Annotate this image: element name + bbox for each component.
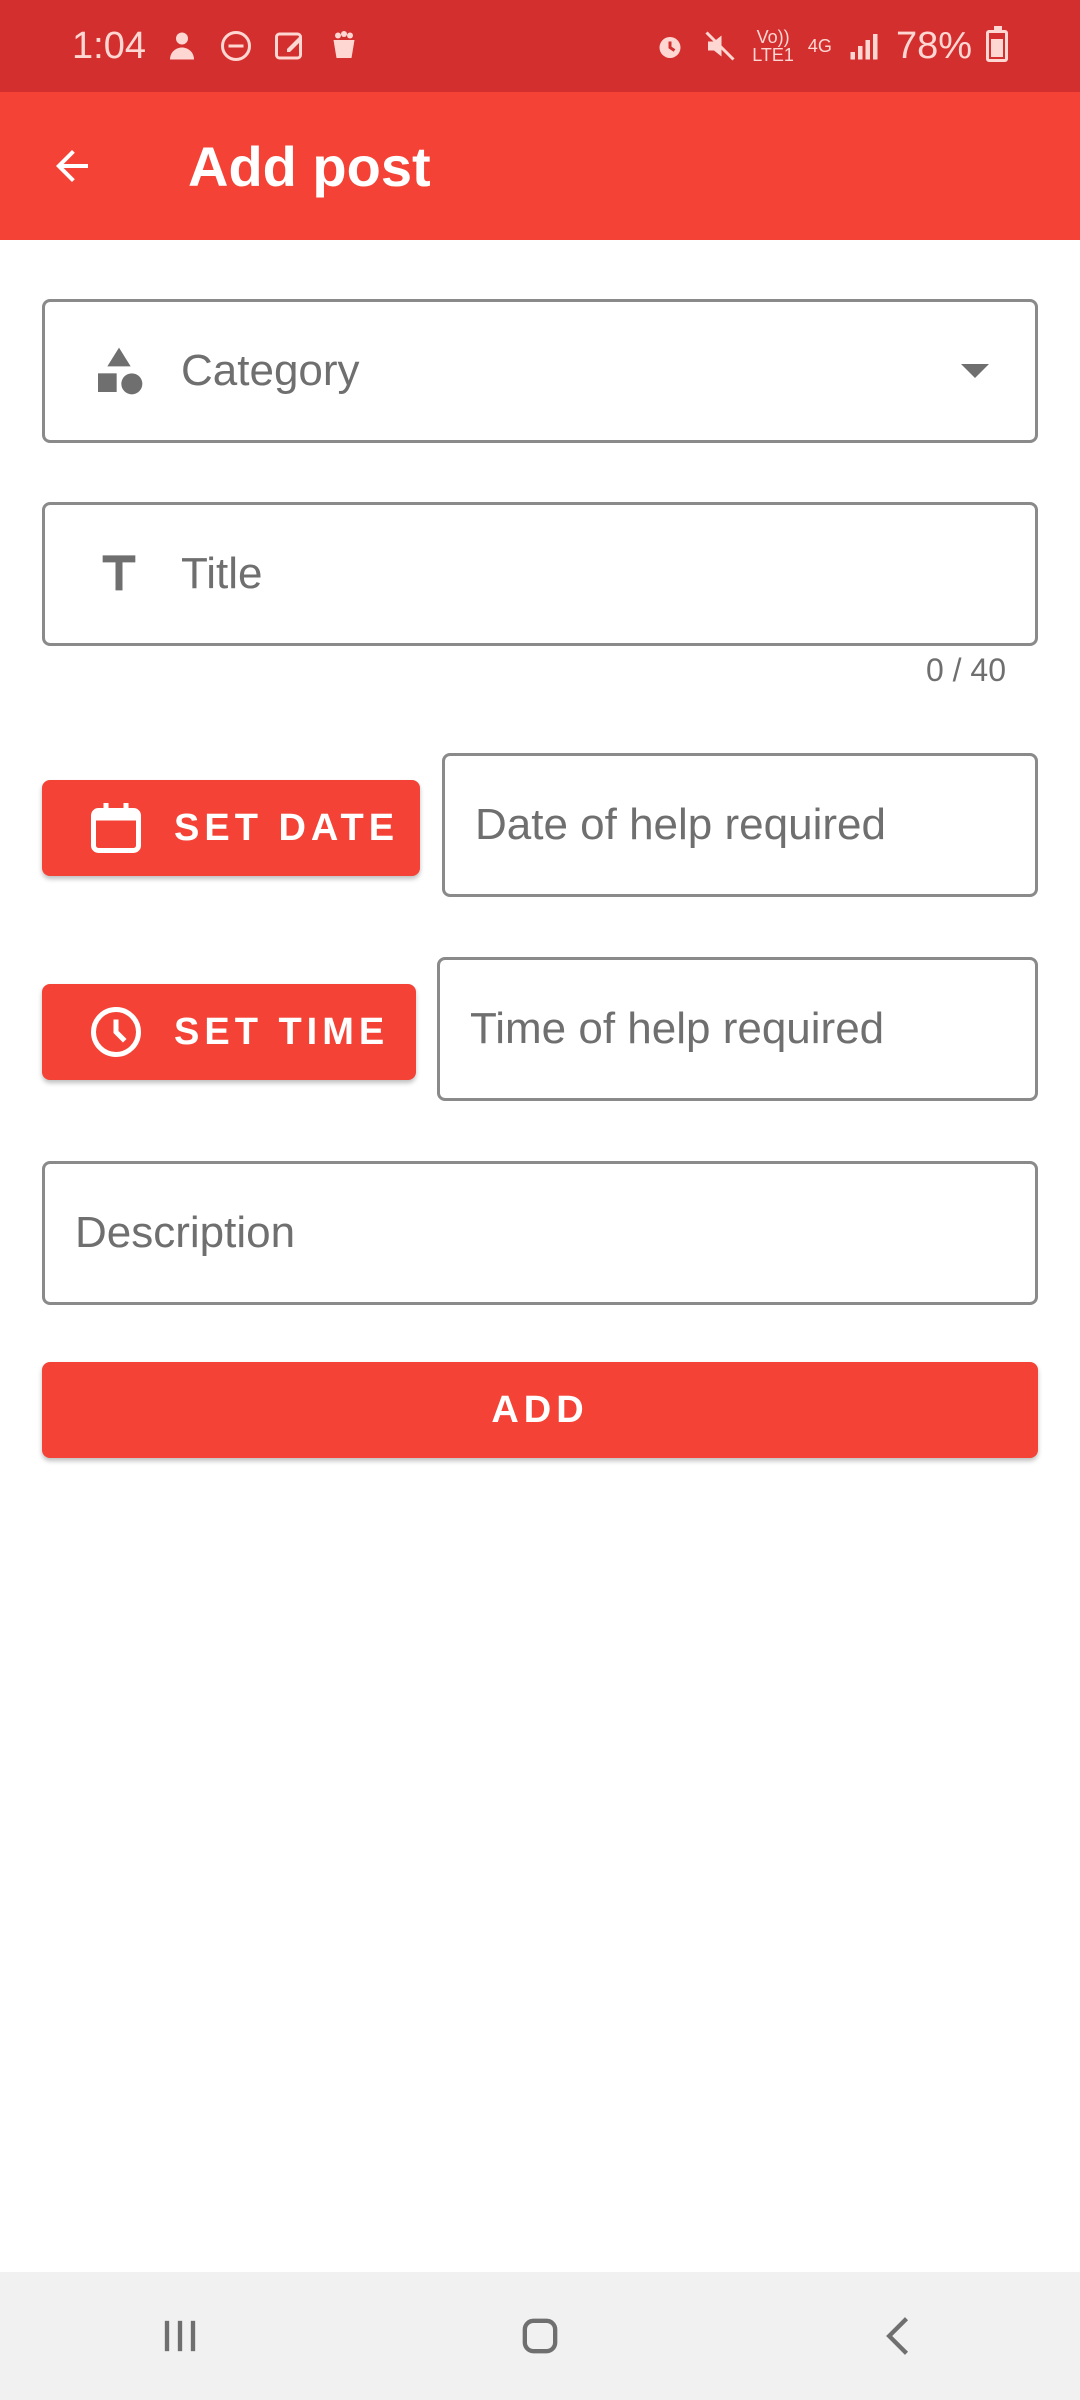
volte-indicator: Vo)) LTE1 (752, 27, 794, 65)
date-placeholder: Date of help required (475, 800, 886, 849)
recent-apps-button[interactable] (110, 2286, 250, 2386)
app-icon (326, 28, 362, 64)
category-dropdown[interactable]: Category (42, 299, 1038, 443)
title-char-counter: 0 / 40 (925, 652, 1006, 688)
description-placeholder: Description (75, 1208, 296, 1257)
set-time-label: SET TIME (174, 1010, 390, 1053)
status-bar: 1:04 Vo)) LTE1 4G 78% (0, 0, 1080, 92)
page-title: Add post (188, 134, 431, 198)
set-date-label: SET DATE (174, 806, 400, 849)
network-type: 4G (807, 36, 832, 56)
mute-icon (702, 28, 738, 64)
back-icon (886, 2317, 909, 2355)
arrow-back-icon (56, 150, 88, 182)
status-time: 1:04 (72, 24, 146, 67)
clock-icon (91, 1007, 141, 1057)
system-nav-bar (0, 2272, 1080, 2400)
add-button[interactable]: ADD (42, 1362, 1038, 1458)
back-button[interactable] (12, 92, 132, 240)
battery-charging-icon (986, 26, 1008, 62)
home-button[interactable] (470, 2286, 610, 2386)
time-placeholder: Time of help required (470, 1004, 885, 1053)
recent-apps-icon (164, 2320, 196, 2352)
category-label: Category (181, 346, 360, 395)
alarm-icon (652, 28, 688, 64)
app-bar: Add post (0, 92, 1080, 240)
description-field[interactable]: Description (42, 1161, 1038, 1305)
add-button-label: ADD (491, 1388, 589, 1431)
shapes-icon (79, 331, 159, 411)
battery-percent: 78% (895, 24, 972, 67)
set-date-button[interactable]: SET DATE (42, 780, 420, 876)
title-icon (79, 534, 159, 614)
title-field[interactable]: Title (42, 502, 1038, 646)
date-field[interactable]: Date of help required (442, 753, 1038, 897)
do-not-disturb-icon (218, 28, 254, 64)
home-icon (522, 2318, 558, 2354)
set-time-button[interactable]: SET TIME (42, 984, 416, 1080)
person-icon (164, 28, 200, 64)
title-placeholder: Title (181, 549, 263, 598)
calendar-icon (91, 803, 141, 853)
chevron-down-icon (961, 364, 989, 378)
edit-note-icon (272, 28, 308, 64)
nav-back-button[interactable] (830, 2286, 970, 2386)
signal-icon (846, 28, 882, 64)
time-field[interactable]: Time of help required (437, 957, 1038, 1101)
